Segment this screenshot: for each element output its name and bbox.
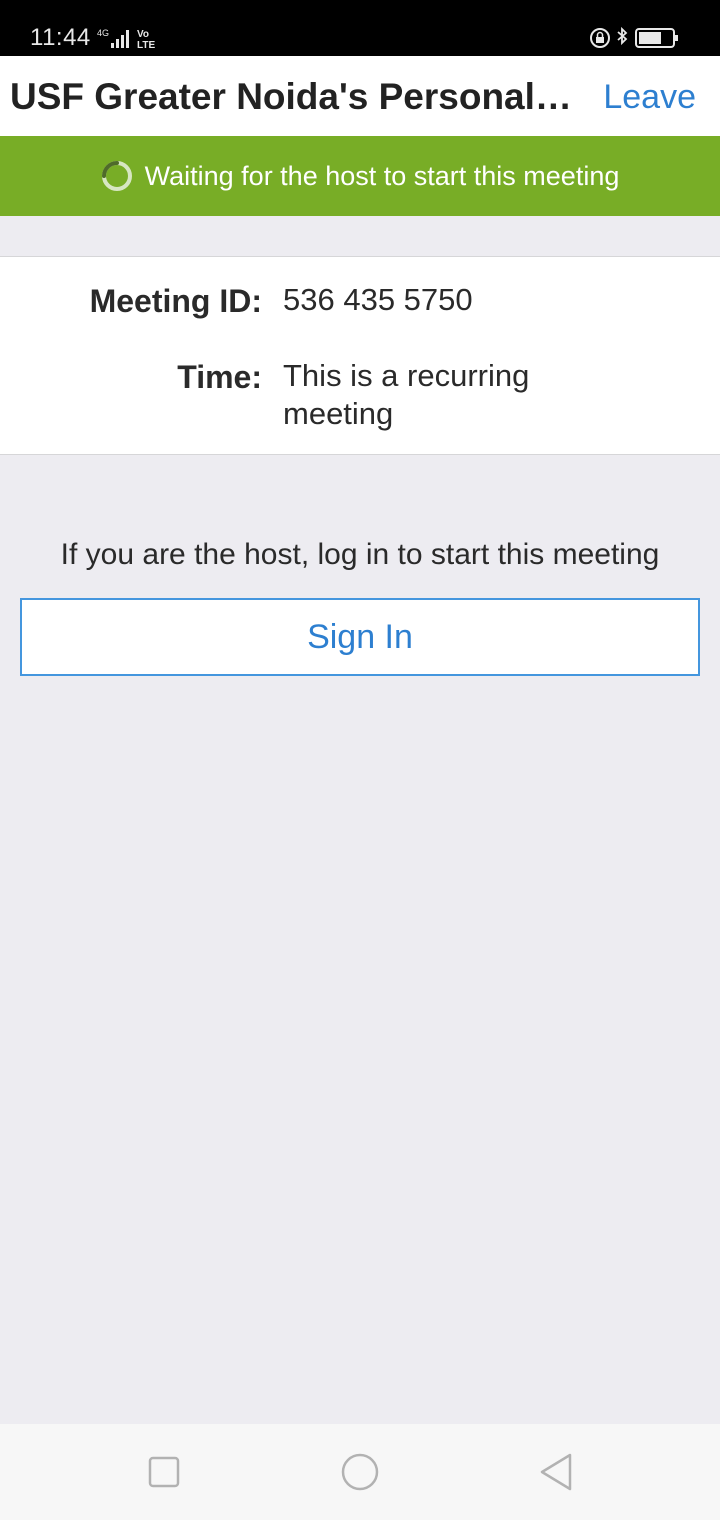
lock-rotation-icon — [590, 28, 610, 48]
signal-icon: 4G Vo LTE — [97, 28, 155, 49]
meeting-title: USF Greater Noida's Personal Meeting Roo… — [10, 76, 575, 117]
meeting-id-label: Meeting ID: — [89, 283, 262, 319]
home-icon[interactable] — [340, 1452, 380, 1492]
loading-spinner-icon — [101, 161, 132, 191]
status-icons — [590, 26, 678, 48]
recent-apps-icon[interactable] — [144, 1452, 184, 1492]
bluetooth-icon — [617, 26, 628, 46]
sign-in-button[interactable]: Sign In — [20, 598, 700, 676]
leave-button[interactable]: Leave — [603, 78, 696, 117]
meeting-info-card: Meeting ID: 536 435 5750 Time: This is a… — [0, 256, 720, 455]
waiting-message: Waiting for the host to start this meeti… — [144, 160, 620, 191]
battery-icon — [635, 28, 678, 48]
meeting-time-value: This is a recurring meeting — [283, 358, 530, 431]
meeting-time-label: Time: — [177, 359, 262, 395]
meeting-header: USF Greater Noida's Personal Meeting Roo… — [0, 56, 720, 136]
network-type-label: 4G — [97, 28, 109, 38]
status-bar: 11:44 4G Vo LTE — [0, 0, 720, 56]
volte-label-top: Vo — [137, 29, 149, 40]
host-login-prompt: If you are the host, log in to start thi… — [60, 538, 660, 571]
status-time: 11:44 — [30, 24, 91, 51]
waiting-banner: Waiting for the host to start this meeti… — [0, 136, 720, 216]
system-nav-bar — [0, 1424, 720, 1520]
volte-label-bottom: LTE — [137, 40, 155, 49]
meeting-id-value: 536 435 5750 — [283, 282, 473, 317]
back-icon[interactable] — [536, 1452, 576, 1492]
